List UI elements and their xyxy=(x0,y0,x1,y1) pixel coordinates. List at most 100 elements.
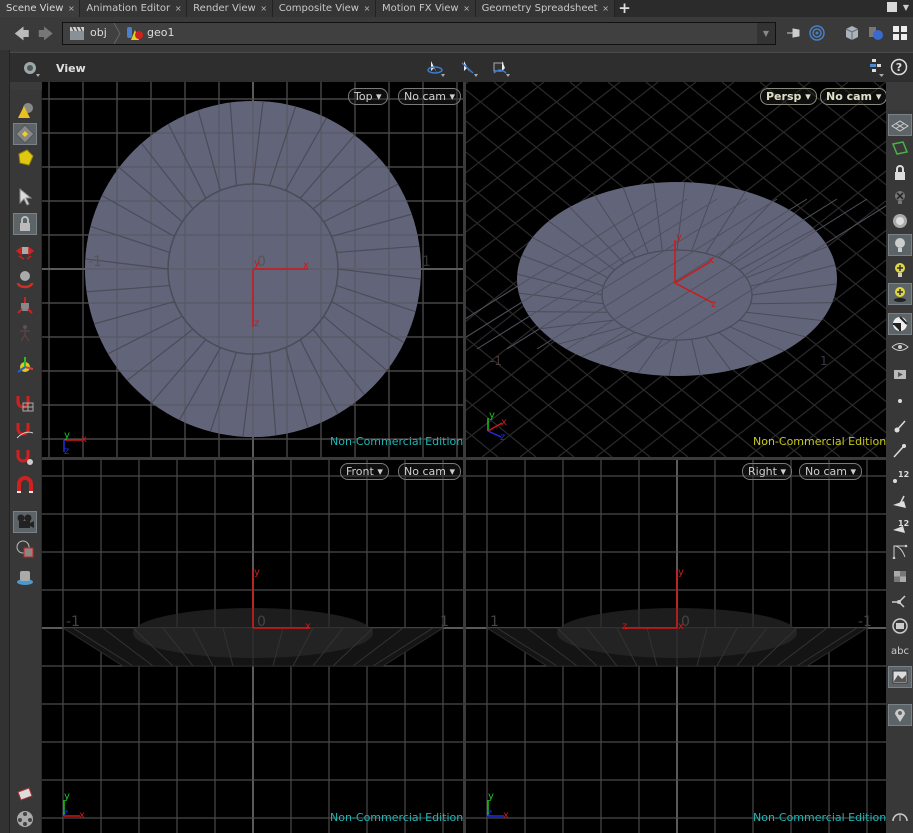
viewport-front[interactable]: -1 0 1 y x y z x Front ▾ No cam ▾ Non-Commercia… xyxy=(42,460,463,833)
non-commercial-watermark: Non-Commercial Edition xyxy=(753,811,886,824)
snap-curve-button[interactable] xyxy=(13,419,37,441)
display-vertex-button[interactable] xyxy=(888,590,912,612)
camera-view-button[interactable] xyxy=(888,337,912,359)
pose-tool-button[interactable] xyxy=(13,322,37,344)
snap-grid-button[interactable] xyxy=(13,392,37,414)
headlight-off-button[interactable] xyxy=(888,186,912,208)
camera-tool-button[interactable] xyxy=(13,511,37,533)
guide-marker-button[interactable] xyxy=(888,704,912,726)
move-tool-button[interactable] xyxy=(13,240,37,262)
help-icon[interactable]: ? xyxy=(890,58,908,76)
breadcrumb-obj[interactable]: obj xyxy=(90,26,107,39)
gnomon-label-x: x xyxy=(81,434,87,445)
camera-menu[interactable]: No cam ▾ xyxy=(398,463,461,480)
view-type-menu[interactable]: Front ▾ xyxy=(340,463,389,480)
scene-notes-button[interactable] xyxy=(13,783,37,805)
lightbulb-icon xyxy=(895,238,905,252)
rotate-tool-button[interactable] xyxy=(13,268,37,290)
viewport-right[interactable]: 1 0 -1 y z x y z x Right ▾ No cam ▾ Non-Commerci… xyxy=(466,460,886,833)
object-selection-mode-button[interactable] xyxy=(13,100,37,122)
render-region-button[interactable] xyxy=(13,538,37,560)
scale-tool-button[interactable] xyxy=(13,295,37,317)
camera-menu[interactable]: No cam ▾ xyxy=(398,88,461,105)
axis-tick-label: -1 xyxy=(858,614,872,630)
camera-label: No cam xyxy=(404,90,446,103)
shading-cube-icon[interactable] xyxy=(844,25,860,41)
arrow-cursor-icon xyxy=(19,187,33,206)
display-breakpoints-button[interactable] xyxy=(888,615,912,637)
display-point-velocity-button[interactable] xyxy=(888,440,912,462)
handle-tool-button[interactable] xyxy=(13,354,37,376)
viewport-perspective[interactable]: y x z -1 1 y x z Persp ▾ No cam ▾ Non-Commercia… xyxy=(466,82,886,457)
camera-menu[interactable]: No cam ▾ xyxy=(820,88,886,105)
viewport-top[interactable]: -1 0 1 y x z y x z Top ▾ No cam ▾ Non-Commercial… xyxy=(42,82,463,457)
close-icon[interactable]: × xyxy=(459,4,475,13)
view-type-menu[interactable]: Right ▾ xyxy=(742,463,792,480)
close-icon[interactable]: × xyxy=(170,4,186,13)
maximize-pane-icon[interactable] xyxy=(886,2,897,12)
tab-scene-view[interactable]: Scene View × xyxy=(0,0,81,17)
tab-composite-view[interactable]: Composite View × xyxy=(272,0,376,17)
geometry-selection-mode-button[interactable] xyxy=(13,123,37,145)
close-icon[interactable]: × xyxy=(256,4,272,13)
gnomon-label-y: y xyxy=(488,791,494,802)
construction-plane-button[interactable] xyxy=(888,137,912,159)
close-icon[interactable]: × xyxy=(359,4,375,13)
tab-geometry-spreadsheet[interactable]: Geometry Spreadsheet × xyxy=(475,0,615,17)
close-icon[interactable]: × xyxy=(598,4,614,13)
dynamics-selection-mode-button[interactable] xyxy=(13,147,37,169)
viewport-horizontal-splitter[interactable] xyxy=(42,457,886,460)
display-prim-normals-button[interactable] xyxy=(888,490,912,512)
path-dropdown-icon[interactable]: ▼ xyxy=(757,23,775,44)
select-transform-icon[interactable] xyxy=(460,59,480,77)
lock-tool-button[interactable] xyxy=(13,213,37,235)
display-point-normals-button[interactable] xyxy=(888,415,912,437)
pane-resize-edge[interactable] xyxy=(0,50,10,833)
select-tool-button[interactable] xyxy=(13,186,37,208)
view-type-label: Top xyxy=(354,90,373,103)
add-tab-button[interactable]: + xyxy=(615,0,635,17)
display-options-icon[interactable] xyxy=(867,25,883,41)
flipbook-camera-button[interactable] xyxy=(888,361,912,383)
select-rotate-icon[interactable] xyxy=(427,59,447,77)
high-quality-lighting-button[interactable] xyxy=(888,259,912,281)
forward-arrow-icon[interactable]: 🡆 xyxy=(38,24,54,49)
view-type-menu[interactable]: Persp ▾ xyxy=(760,88,817,105)
viewport-layout-icon[interactable] xyxy=(892,25,908,41)
handle-tool-icon[interactable] xyxy=(492,59,512,77)
lights-tool-button[interactable] xyxy=(13,566,37,588)
display-hull-button[interactable] xyxy=(888,540,912,562)
grid-display-button[interactable] xyxy=(888,114,912,136)
back-arrow-icon[interactable]: 🡄 xyxy=(14,24,30,49)
view-type-menu[interactable]: Top ▾ xyxy=(348,88,388,105)
close-icon[interactable]: × xyxy=(63,4,79,13)
pane-menu-dropdown-icon[interactable]: ▼ xyxy=(903,3,909,12)
tab-motion-fx-view[interactable]: Motion FX View × xyxy=(375,0,476,17)
headlight-only-button[interactable] xyxy=(888,234,912,256)
camera-menu[interactable]: No cam ▾ xyxy=(799,463,862,480)
display-text-button[interactable]: abc xyxy=(888,640,912,662)
view-tool-icon[interactable] xyxy=(22,59,42,77)
gauge-button[interactable] xyxy=(888,805,912,827)
background-image-button[interactable] xyxy=(888,666,912,688)
display-settings-icon[interactable] xyxy=(868,58,886,78)
dynamics-mode-icon xyxy=(18,149,34,166)
display-uv-button[interactable] xyxy=(888,565,912,587)
display-point-numbers-button[interactable]: 12 xyxy=(888,465,912,487)
high-quality-shadows-button[interactable] xyxy=(888,283,912,305)
tab-animation-editor[interactable]: Animation Editor × xyxy=(80,0,188,17)
lock-camera-button[interactable] xyxy=(888,162,912,184)
display-prim-numbers-button[interactable]: 12 xyxy=(888,515,912,537)
network-path-field[interactable]: obj geo1 ▼ xyxy=(62,22,776,45)
normal-lighting-button[interactable] xyxy=(888,210,912,232)
breadcrumb-geo1[interactable]: geo1 xyxy=(147,26,174,39)
tab-render-view[interactable]: Render View × xyxy=(187,0,273,17)
snap-point-button[interactable] xyxy=(13,446,37,468)
axis-label-y: y xyxy=(254,567,260,578)
pin-icon[interactable] xyxy=(786,25,802,41)
ambient-occlusion-button[interactable] xyxy=(888,313,912,335)
flipbook-button[interactable] xyxy=(13,808,37,830)
display-points-button[interactable] xyxy=(888,390,912,412)
snap-multi-button[interactable] xyxy=(13,474,37,496)
link-target-icon[interactable] xyxy=(809,25,825,41)
